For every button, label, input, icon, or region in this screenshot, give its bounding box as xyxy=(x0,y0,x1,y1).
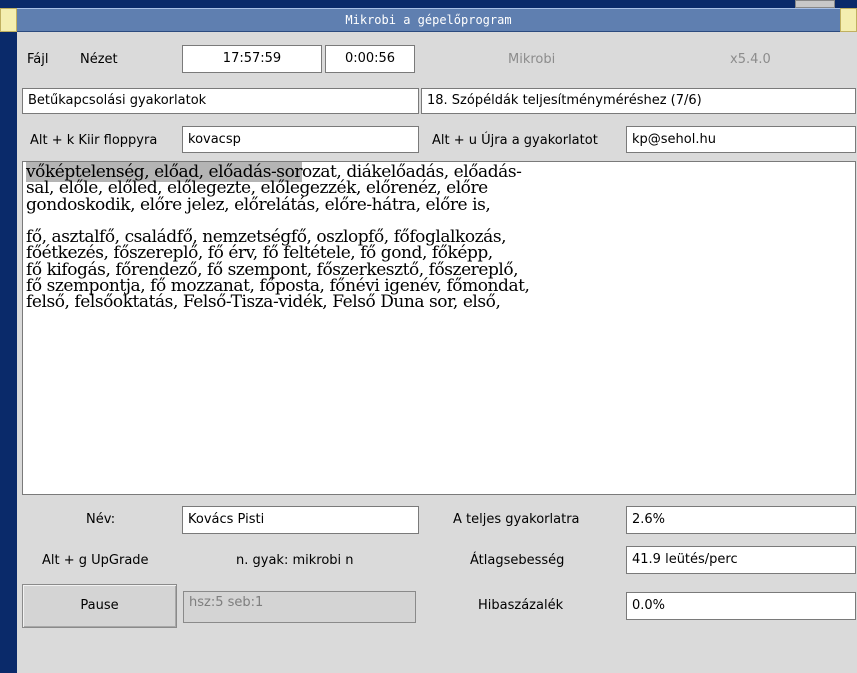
background-window-button xyxy=(795,0,835,8)
window-title: Mikrobi a gépelőprogram xyxy=(345,13,512,27)
name-input[interactable]: Kovács Pisti xyxy=(182,506,419,534)
window-maximize-button[interactable] xyxy=(840,8,857,32)
total-progress-label: A teljes gyakorlatra xyxy=(453,512,580,527)
window-menu-button[interactable] xyxy=(0,8,17,32)
menu-view[interactable]: Nézet xyxy=(80,52,118,67)
email-input[interactable]: kp@sehol.hu xyxy=(626,126,856,153)
save-filename-input[interactable]: kovacsp xyxy=(182,126,419,153)
background-window-strip xyxy=(0,0,857,8)
error-rate-value: 0.0% xyxy=(626,592,856,620)
pause-button[interactable]: Pause xyxy=(22,584,177,628)
typing-text-area[interactable]: vőképtelenség, előad, előadás-sorozat, d… xyxy=(22,161,856,495)
restart-exercise-label[interactable]: Alt + u Újra a gyakorlatot xyxy=(432,133,598,148)
save-floppy-label[interactable]: Alt + k Kiir floppyra xyxy=(30,133,157,148)
status-field: hsz:5 seb:1 xyxy=(183,591,416,623)
total-progress-value: 2.6% xyxy=(626,506,856,534)
lesson-group-field: Betűkapcsolási gyakorlatok xyxy=(22,88,419,114)
menu-file[interactable]: Fájl xyxy=(27,52,48,67)
upgrade-label[interactable]: Alt + g UpGrade xyxy=(42,553,149,568)
text-line: gondoskodik, előre jelez, előrelátás, el… xyxy=(26,194,491,215)
error-rate-label: Hibaszázalék xyxy=(478,598,564,613)
clock-time: 17:57:59 xyxy=(182,45,322,73)
avg-speed-label: Átlagsebesség xyxy=(470,553,565,568)
app-version: x5.4.0 xyxy=(730,52,771,67)
exercise-field: 18. Szópéldák teljesítményméréshez (7/6) xyxy=(421,88,856,114)
avg-speed-value: 41.9 leütés/perc xyxy=(626,546,856,574)
name-label: Név: xyxy=(86,512,116,527)
text-line: felső, felsőoktatás, Felső-Tisza-vidék, … xyxy=(26,292,501,313)
upgrade-info: n. gyak: mikrobi n xyxy=(236,553,354,568)
elapsed-time: 0:00:56 xyxy=(325,45,415,73)
app-name: Mikrobi xyxy=(508,52,556,67)
title-bar[interactable]: Mikrobi a gépelőprogram xyxy=(17,8,840,32)
